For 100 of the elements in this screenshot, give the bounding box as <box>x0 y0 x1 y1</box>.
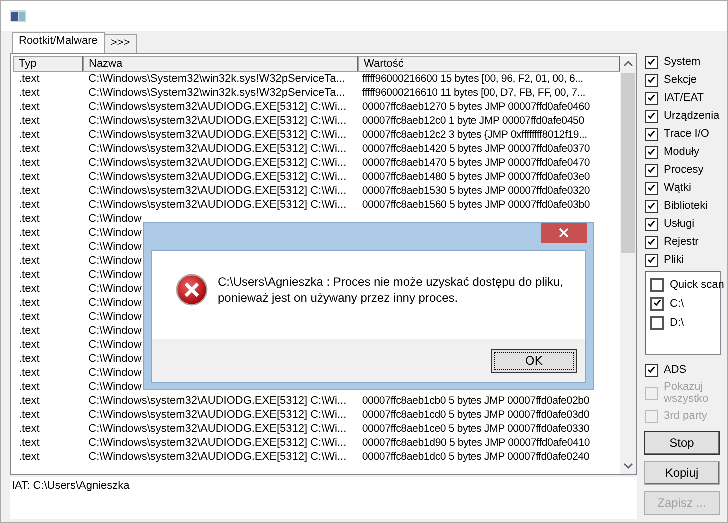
close-button[interactable] <box>541 223 587 243</box>
table-cell: .text <box>19 115 40 127</box>
checkbox[interactable] <box>645 128 658 140</box>
error-icon <box>176 274 208 306</box>
checkbox-label: System <box>664 56 701 68</box>
checkbox[interactable] <box>645 236 658 248</box>
checkbox-label: D:\ <box>670 316 684 328</box>
table-cell: .text <box>19 437 40 449</box>
checkbox-label: Moduły <box>664 146 700 158</box>
table-cell: C:\Windows\system32\AUDIODG.EXE[5312] C:\Wi... <box>88 409 347 421</box>
table-cell: 00007ffc8aeb1ce0 5 bytes JMP 00007ffd0afe0330 <box>362 423 590 435</box>
checkbox-label: C:\ <box>670 298 684 310</box>
checkbox-label: Quick scan <box>670 278 724 290</box>
checkbox-label: Procesy <box>664 164 704 176</box>
table-cell: 00007ffc8aeb12c2 3 bytes {JMP 0xffffffff8012f19... <box>362 129 588 141</box>
column-header[interactable]: Typ <box>13 56 83 71</box>
checkbox[interactable] <box>645 218 658 230</box>
column-header[interactable]: Wartość <box>358 56 620 71</box>
scroll-down-icon[interactable] <box>624 463 632 469</box>
table-cell: C:\Window <box>88 311 142 323</box>
table-cell: C:\Window <box>88 283 142 295</box>
checkbox-label: Biblioteki <box>664 200 708 212</box>
table-cell: .text <box>19 269 40 281</box>
column-header[interactable]: Nazwa <box>83 56 358 71</box>
table-cell: .text <box>19 283 40 295</box>
checkbox-label: Usługi <box>664 218 695 230</box>
checkbox[interactable] <box>645 146 658 158</box>
action-button[interactable]: Stop <box>644 431 720 455</box>
checkbox[interactable] <box>650 316 664 330</box>
table-cell: .text <box>19 381 40 393</box>
checkbox[interactable] <box>645 254 658 266</box>
tab[interactable]: Rootkit/Malware <box>12 32 105 54</box>
table-cell: .text <box>19 171 40 183</box>
table-cell: .text <box>19 255 40 267</box>
checkbox-label: 3rd party <box>664 410 708 422</box>
checkbox[interactable] <box>645 74 658 86</box>
table-cell: .text <box>19 129 40 141</box>
table-cell: C:\Window <box>88 227 142 239</box>
check-icon <box>647 366 656 374</box>
checkbox[interactable] <box>650 278 664 292</box>
table-cell: C:\Windows\System32\win32k.sys!W32pServiceTa... <box>88 87 346 99</box>
table-cell: C:\Windows\system32\AUDIODG.EXE[5312] C:\Wi... <box>88 143 347 155</box>
scroll-up-icon[interactable] <box>624 61 632 67</box>
table-cell: .text <box>19 353 40 365</box>
table-cell: 00007ffc8aeb1480 5 bytes JMP 00007ffd0afe03e0 <box>362 171 590 183</box>
table-cell: C:\Window <box>88 367 142 379</box>
table-cell: C:\Window <box>88 241 142 253</box>
table-cell: 00007ffc8aeb1270 5 bytes JMP 00007ffd0afe0460 <box>362 101 590 113</box>
table-cell: C:\Windows\system32\AUDIODG.EXE[5312] C:\Wi... <box>88 451 347 463</box>
status-text: IAT: C:\Users\Agnieszka <box>12 480 130 492</box>
table-cell: 00007ffc8aeb1cd0 5 bytes JMP 00007ffd0afe03d0 <box>362 409 590 421</box>
table-cell: C:\Window <box>88 381 142 393</box>
table-cell: 00007ffc8aeb1420 5 bytes JMP 00007ffd0afe0370 <box>362 143 590 155</box>
table-cell: .text <box>19 185 40 197</box>
table-cell: C:\Windows\system32\AUDIODG.EXE[5312] C:\Wi... <box>88 171 347 183</box>
tab[interactable]: >>> <box>104 34 138 53</box>
table-cell: C:\Window <box>88 297 142 309</box>
table-cell: .text <box>19 213 40 225</box>
table-cell: C:\Windows\system32\AUDIODG.EXE[5312] C:\Wi... <box>88 129 347 141</box>
checkbox[interactable] <box>645 200 658 212</box>
table-cell: .text <box>19 157 40 169</box>
table-cell: C:\Windows\system32\AUDIODG.EXE[5312] C:\Wi... <box>88 185 347 197</box>
checkbox-label: Wątki <box>664 182 692 194</box>
table-cell: C:\Windows\system32\AUDIODG.EXE[5312] C:\Wi... <box>88 423 347 435</box>
checkbox-label: Rejestr <box>664 236 699 248</box>
checkbox[interactable] <box>645 56 658 68</box>
table-cell: C:\Windows\system32\AUDIODG.EXE[5312] C:\Wi... <box>88 157 347 169</box>
checkbox[interactable] <box>645 182 658 194</box>
table-cell: .text <box>19 395 40 407</box>
check-icon <box>652 299 662 308</box>
scrollbar[interactable] <box>620 56 636 474</box>
table-cell: .text <box>19 199 40 211</box>
table-cell: C:\Window <box>88 255 142 267</box>
table-cell: .text <box>19 241 40 253</box>
error-message: C:\Users\Agnieszka : Proces nie może uzyskać dostępu do pliku, ponieważ jest on używany przez inny proces. <box>218 274 564 306</box>
table-cell: C:\Windows\system32\AUDIODG.EXE[5312] C:\Wi... <box>88 437 347 449</box>
checkbox-label: Pliki <box>664 254 684 266</box>
checkbox[interactable] <box>650 296 664 310</box>
checkbox[interactable] <box>645 364 658 376</box>
table-cell: .text <box>19 409 40 421</box>
table-cell: 00007ffc8aeb12c0 1 byte JMP 00007ffd0afe0450 <box>362 115 584 127</box>
table-cell: .text <box>19 101 40 113</box>
scrollbar-thumb[interactable] <box>621 73 635 253</box>
checkbox-label: Urządzenia <box>664 110 720 122</box>
table-cell: C:\Window <box>88 269 142 281</box>
table-cell: .text <box>19 87 40 99</box>
checkbox[interactable] <box>645 164 658 176</box>
table-cell: .text <box>19 227 40 239</box>
action-button[interactable]: Kopiuj <box>644 461 720 485</box>
checkbox[interactable] <box>645 92 658 104</box>
table-cell: 00007ffc8aeb1560 5 bytes JMP 00007ffd0afe03b0 <box>362 199 590 211</box>
table-cell: .text <box>19 73 40 85</box>
table-cell: 00007ffc8aeb1530 5 bytes JMP 00007ffd0afe0320 <box>362 185 590 197</box>
checkbox[interactable] <box>645 110 658 122</box>
table-cell: 00007ffc8aeb1d90 5 bytes JMP 00007ffd0afe0410 <box>362 437 590 449</box>
table-cell: .text <box>19 325 40 337</box>
ok-button[interactable]: OK <box>491 348 577 372</box>
table-cell: C:\Windows\System32\win32k.sys!W32pServiceTa... <box>88 73 346 85</box>
table-cell: .text <box>19 451 40 463</box>
checkbox-label: Trace I/O <box>664 128 710 140</box>
